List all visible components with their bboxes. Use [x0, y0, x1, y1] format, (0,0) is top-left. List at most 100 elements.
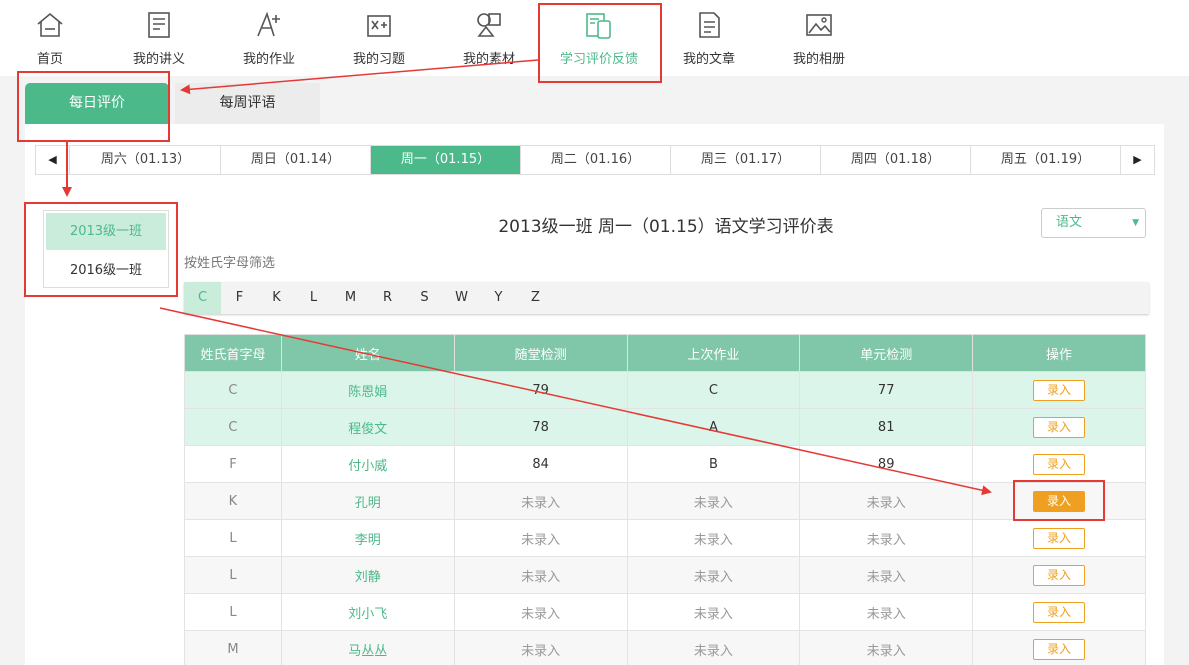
action-cell: 录入: [972, 408, 1146, 446]
tab-weekly-comments[interactable]: 每周评语: [175, 83, 320, 124]
nav-label: 我的文章: [682, 52, 735, 67]
table-row: L 李明 未录入 未录入 未录入 录入: [184, 519, 1146, 557]
student-name[interactable]: 付小威: [280, 445, 455, 483]
letter-filter: C F K L M R S W Y Z: [184, 282, 1149, 314]
enter-button[interactable]: 录入: [1033, 379, 1086, 401]
student-name[interactable]: 刘静: [280, 556, 455, 594]
letter-filter-item[interactable]: Y: [480, 282, 517, 314]
action-cell: 录入: [972, 445, 1146, 483]
table-row: C 陈恩娟 79 C 77 录入: [184, 371, 1146, 409]
day-tab[interactable]: 周日（01.14）: [221, 146, 371, 174]
enter-button[interactable]: 录入: [1033, 564, 1086, 586]
homework-grade: B: [626, 445, 801, 483]
unit-score: 77: [799, 371, 974, 409]
unit-score: 未录入: [799, 519, 974, 557]
row-letter: F: [184, 445, 282, 483]
row-letter: M: [184, 630, 282, 665]
nav-label: 首页: [36, 52, 63, 67]
homework-grade: C: [626, 371, 801, 409]
letter-filter-item[interactable]: R: [369, 282, 406, 314]
homework-grade: A: [626, 408, 801, 446]
letter-filter-item[interactable]: C: [184, 282, 221, 314]
nav-label: 我的作业: [242, 52, 295, 67]
nav-home[interactable]: 首页: [0, 0, 105, 76]
nav-exercises[interactable]: 我的习题: [324, 0, 434, 76]
quiz-score: 未录入: [453, 630, 628, 665]
action-cell: 录入: [972, 593, 1146, 631]
action-cell: 录入: [972, 519, 1146, 557]
day-tab-active[interactable]: 周一（01.15）: [371, 146, 521, 174]
home-icon: [35, 10, 65, 40]
unit-score: 89: [799, 445, 974, 483]
homework-grade: 未录入: [626, 593, 801, 631]
quiz-score: 未录入: [453, 482, 628, 520]
nav-materials[interactable]: 我的素材: [434, 0, 544, 76]
nav-album[interactable]: 我的相册: [764, 0, 874, 76]
page-title: 2013级一班 周一（01.15）语文学习评价表: [498, 217, 834, 237]
nav-label: 我的相册: [792, 52, 845, 67]
enter-button[interactable]: 录入: [1033, 416, 1086, 438]
nav-label: 我的习题: [352, 52, 405, 67]
nav-label: 我的讲义: [132, 52, 185, 67]
day-tab[interactable]: 周二（01.16）: [521, 146, 671, 174]
annotation-box-nav: [538, 3, 662, 83]
annotation-box-daily-tab: [17, 71, 170, 142]
column-header: 上次作业: [626, 334, 801, 372]
student-name[interactable]: 陈恩娟: [280, 371, 455, 409]
column-header: 随堂检测: [453, 334, 628, 372]
next-week-icon[interactable]: ▶: [1120, 146, 1154, 174]
row-letter: C: [184, 408, 282, 446]
action-cell: 录入: [972, 371, 1146, 409]
day-tab[interactable]: 周三（01.17）: [671, 146, 821, 174]
homework-grade: 未录入: [626, 556, 801, 594]
letter-filter-item[interactable]: F: [221, 282, 258, 314]
subject-select[interactable]: 语文 ▼: [1041, 208, 1146, 238]
letter-filter-item[interactable]: Z: [517, 282, 554, 314]
handout-icon: [144, 10, 174, 40]
unit-score: 未录入: [799, 593, 974, 631]
letter-filter-item[interactable]: S: [406, 282, 443, 314]
table-row: L 刘小飞 未录入 未录入 未录入 录入: [184, 593, 1146, 631]
homework-grade: 未录入: [626, 630, 801, 665]
row-letter: K: [184, 482, 282, 520]
table-header: 姓氏首字母 姓名 随堂检测 上次作业 单元检测 操作: [184, 334, 1146, 372]
annotation-box-enter-button: [1013, 480, 1105, 521]
evaluation-table: 姓氏首字母 姓名 随堂检测 上次作业 单元检测 操作 C 陈恩娟 79 C 77…: [184, 334, 1146, 665]
column-header: 姓氏首字母: [184, 334, 282, 372]
homework-grade: 未录入: [626, 482, 801, 520]
letter-filter-item[interactable]: W: [443, 282, 480, 314]
material-icon: [474, 10, 504, 40]
student-name[interactable]: 孔明: [280, 482, 455, 520]
nav-articles[interactable]: 我的文章: [654, 0, 764, 76]
day-tab[interactable]: 周五（01.19）: [971, 146, 1121, 174]
nav-label: 我的素材: [462, 52, 515, 67]
table-row: M 马丛丛 未录入 未录入 未录入 录入: [184, 630, 1146, 665]
quiz-score: 84: [453, 445, 628, 483]
annotation-box-class-list: [24, 202, 178, 297]
student-name[interactable]: 马丛丛: [280, 630, 455, 665]
unit-score: 未录入: [799, 556, 974, 594]
enter-button[interactable]: 录入: [1033, 453, 1086, 475]
day-tab[interactable]: 周六（01.13）: [71, 146, 221, 174]
column-header: 姓名: [280, 334, 455, 372]
homework-grade: 未录入: [626, 519, 801, 557]
enter-button[interactable]: 录入: [1033, 601, 1086, 623]
student-name[interactable]: 程俊文: [280, 408, 455, 446]
student-name[interactable]: 刘小飞: [280, 593, 455, 631]
column-header: 单元检测: [799, 334, 974, 372]
enter-button[interactable]: 录入: [1033, 527, 1086, 549]
letter-filter-item[interactable]: M: [332, 282, 369, 314]
caret-down-icon: ▼: [1132, 218, 1139, 228]
nav-homework[interactable]: 我的作业: [214, 0, 324, 76]
enter-button[interactable]: 录入: [1033, 638, 1086, 660]
letter-filter-item[interactable]: L: [295, 282, 332, 314]
letter-filter-item[interactable]: K: [258, 282, 295, 314]
quiz-score: 78: [453, 408, 628, 446]
student-name[interactable]: 李明: [280, 519, 455, 557]
prev-week-icon[interactable]: ◀: [36, 146, 70, 174]
quiz-score: 未录入: [453, 519, 628, 557]
homework-icon: [254, 10, 284, 40]
nav-handouts[interactable]: 我的讲义: [104, 0, 214, 76]
day-tab[interactable]: 周四（01.18）: [821, 146, 971, 174]
album-icon: [804, 10, 834, 40]
